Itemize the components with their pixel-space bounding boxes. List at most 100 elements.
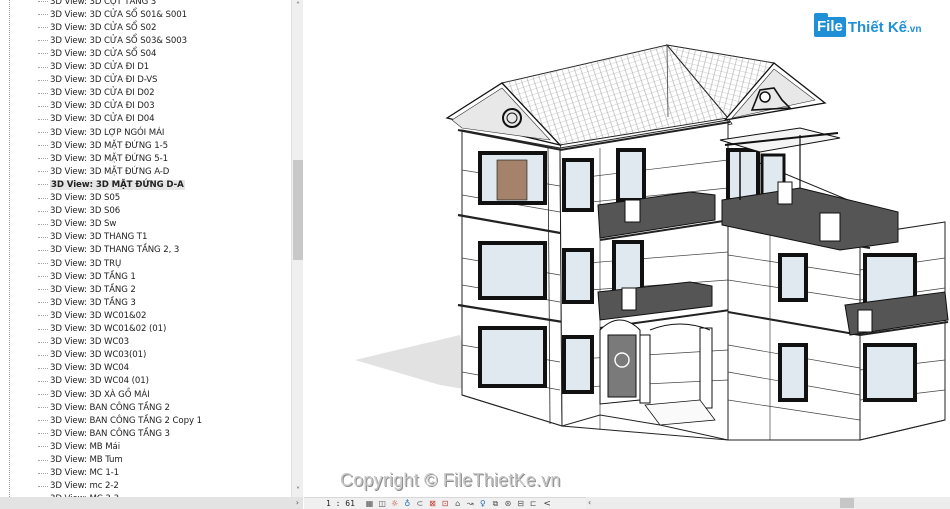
shadows-icon[interactable]: ♁ [402,499,413,508]
tree-item[interactable]: 3D View: 3D THANG TẦNG 2, 3 [38,244,179,257]
show-crop-region-icon[interactable]: ⊡ [440,499,451,508]
scroll-left-icon[interactable]: ‹ [588,497,591,509]
tree-item-label: 3D View: 3D S06 [50,206,121,217]
highlight-displacement-icon[interactable]: ⊏ [528,499,539,508]
tree-guide-line [9,0,10,497]
tree-item-label: 3D View: 3D TRỤ [50,258,122,269]
tree-item[interactable]: 3D View: 3D CỘT TẦNG 3 [38,0,156,8]
scroll-down-icon[interactable]: ˅ [292,485,304,497]
tree-connector [38,433,48,435]
tree-item[interactable]: 3D View: 3D WC01&02 (01) [38,323,166,336]
scrollbar-thumb[interactable] [840,498,854,508]
tree-connector [38,472,48,474]
tree-item-label: 3D View: 3D TẦNG 3 [50,297,136,308]
tree-item-label: 3D View: 3D THANG T1 [50,232,148,243]
tree-connector [38,302,48,304]
collapse-icon[interactable]: < [543,499,551,509]
tree-item[interactable]: 3D View: BAN CÔNG TẦNG 3 [38,427,170,440]
tree-item[interactable]: 3D View: MC 1-1 [38,467,119,480]
tree-item[interactable]: 3D View: 3D WC03 [38,336,129,349]
tree-item-label: 3D View: 3D TẦNG 1 [50,271,136,282]
tree-item-label: 3D View: BAN CÔNG TẦNG 2 Copy 1 [50,415,202,426]
temporary-view-properties-icon[interactable]: ⧉ [490,499,501,508]
scrollbar-thumb[interactable] [293,160,303,260]
visual-style-icon[interactable]: ◫ [377,499,388,508]
view-control-icons: ▦ ◫ ☼ ♁ ⊂ ⊠ ⊡ ⌂ ↝ ♀ ⧉ ⊛ ⊟ ⊏ [364,499,540,508]
tree-connector [38,92,48,94]
tree-item[interactable]: 3D View: 3D WC01&02 [38,309,146,322]
tree-item[interactable]: 3D View: 3D CỬA ĐI D1 [38,61,149,74]
tree-item[interactable]: 3D View: MB Tum [38,454,123,467]
tree-item[interactable]: 3D View: 3D TẦNG 1 [38,270,136,283]
temporary-hide-icon[interactable]: ↝ [465,499,476,508]
tree-connector [38,328,48,330]
tree-item-label: 3D View: 3D CỬA ĐI D02 [50,88,155,99]
tree-item-selected[interactable]: 3D View: 3D MẶT ĐỨNG D-A [38,178,185,191]
tree-connector [38,197,48,199]
tree-connector [38,1,48,2]
tree-item[interactable]: 3D View: 3D THANG T1 [38,231,147,244]
detail-level-icon[interactable]: ▦ [364,499,375,508]
tree-item[interactable]: 3D View: 3D MẶT ĐỨNG 1-5 [38,139,168,152]
tree-item[interactable]: 3D View: 3D CỬA SỔ S02 [38,21,156,34]
scroll-right-icon[interactable]: › [296,497,299,509]
tree-connector [38,27,48,29]
tree-item-label: 3D View: 3D WC03 [50,337,130,348]
render-icon[interactable]: ⊂ [414,499,425,508]
viewport-horizontal-scrollbar[interactable]: ‹ [586,497,950,509]
tree-item[interactable]: 3D View: BAN CÔNG TẦNG 2 [38,401,170,414]
tree-item[interactable]: 3D View: 3D TẦNG 2 [38,283,136,296]
browser-vertical-scrollbar[interactable]: ˄ ˅ [291,0,303,497]
tree-connector [38,236,48,238]
tree-item-label: 3D View: 3D MẶT ĐỨNG D-A [50,179,185,190]
copyright-watermark: Copyright © FileThietKe.vn [340,470,561,490]
tree-item[interactable]: 3D View: 3D WC03(01) [38,349,146,362]
scroll-up-icon[interactable]: ˄ [292,0,304,12]
tree-item[interactable]: 3D View: 3D CỬA SỔ S03& S003 [38,34,187,47]
views-tree: 3D View: 3D CỘT TẦNG 3 3D View: 3D CỬA SỔ… [0,0,290,497]
tree-item-label: 3D View: 3D TẦNG 2 [50,284,136,295]
tree-item[interactable]: 3D View: 3D CỬA ĐI D02 [38,87,155,100]
tree-item[interactable]: 3D View: 3D S05 [38,192,120,205]
unlock-3d-view-icon[interactable]: ⌂ [452,499,463,508]
browser-horizontal-scrollbar[interactable]: › [0,497,303,509]
tree-item[interactable]: 3D View: 3D TRỤ [38,257,121,270]
building-3d-model[interactable] [304,0,950,497]
tree-connector [38,420,48,422]
view-scale[interactable]: 1 : 61 [326,499,364,508]
tree-item-label: 3D View: 3D CỘT TẦNG 3 [50,0,157,7]
tree-item-label: 3D View: 3D Sw [50,219,117,230]
tree-item[interactable]: 3D View: 3D CỬA ĐI D04 [38,113,155,126]
tree-item[interactable]: 3D View: 3D CỬA SỔ S04 [38,47,156,60]
tree-item-label: 3D View: 3D CỬA ĐI D03 [50,101,155,112]
tree-connector [38,79,48,81]
sun-path-icon[interactable]: ☼ [389,499,400,508]
tree-connector [38,53,48,55]
tree-item[interactable]: 3D View: 3D CỬA ĐI D-VS [38,74,157,87]
reveal-hidden-icon[interactable]: ♀ [477,499,488,508]
tree-connector [38,289,48,291]
logo-file-mark: File [814,13,846,37]
tree-item[interactable]: 3D View: BAN CÔNG TẦNG 2 Copy 1 [38,414,202,427]
tree-item[interactable]: 3D View: 3D CỬA SỔ S01& S001 [38,8,187,21]
analytical-model-icon[interactable]: ⊟ [515,499,526,508]
tree-item[interactable]: 3D View: mc 2-2 [38,480,119,493]
tree-item[interactable]: 3D View: 3D TẦNG 3 [38,296,136,309]
tree-item-label: 3D View: BAN CÔNG TẦNG 3 [50,428,170,439]
tree-item[interactable]: 3D View: 3D WC04 [38,362,129,375]
tree-connector [38,118,48,120]
tree-item[interactable]: 3D View: 3D WC04 (01) [38,375,149,388]
tree-item[interactable]: 3D View: 3D LỢP NGÓI MÁI [38,126,164,139]
tree-item[interactable]: 3D View: 3D Sw [38,218,116,231]
tree-item[interactable]: 3D View: 3D XÀ GỒ MÁI [38,388,150,401]
tree-connector [38,66,48,68]
tree-item[interactable]: 3D View: MB Mái [38,440,120,453]
tree-item[interactable]: 3D View: 3D MẶT ĐỨNG 5-1 [38,152,168,165]
crop-view-icon[interactable]: ⊠ [427,499,438,508]
tree-item[interactable]: 3D View: 3D MẶT ĐỨNG A-D [38,165,169,178]
worksharing-icon[interactable]: ⊛ [503,499,514,508]
tree-connector [38,407,48,409]
tree-item[interactable]: 3D View: 3D S06 [38,205,120,218]
3d-viewport[interactable] [304,0,950,497]
tree-item[interactable]: 3D View: 3D CỬA ĐI D03 [38,100,155,113]
